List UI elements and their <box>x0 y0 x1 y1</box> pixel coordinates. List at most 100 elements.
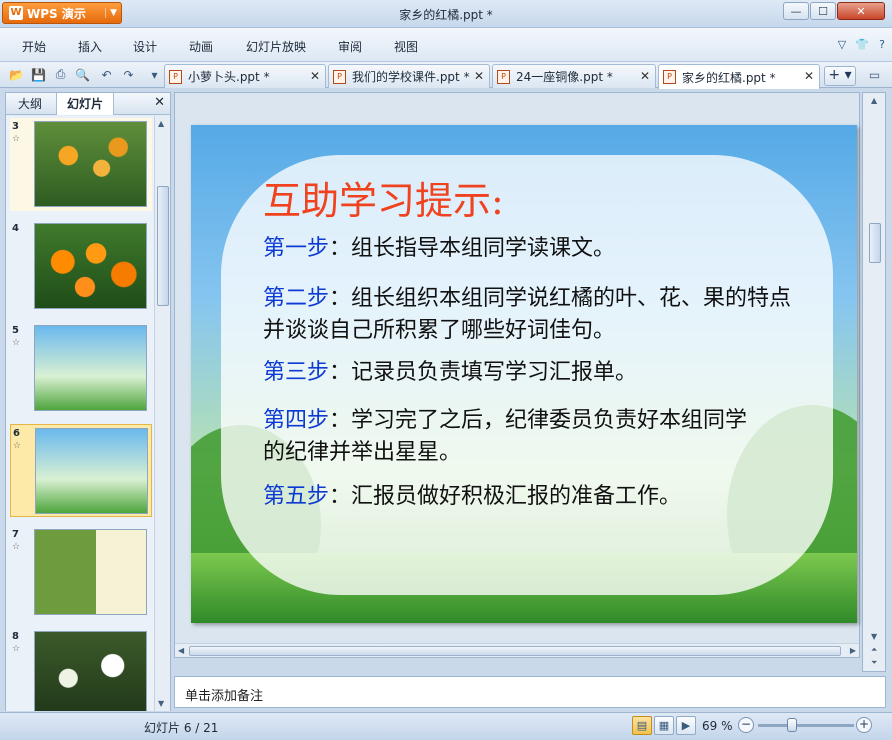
customize-icon[interactable]: ▽ <box>834 36 850 52</box>
doc-tab-3[interactable]: P 24一座铜像.ppt * ✕ <box>492 64 656 88</box>
plus-icon: + ▾ <box>828 67 852 83</box>
title-bar: W WPS 演示 ▼ 家乡的红橘.ppt * — ☐ ✕ <box>0 0 892 28</box>
slide-thumbnail[interactable]: 4 <box>10 220 152 313</box>
toolbar-dropdown-icon[interactable]: ▾ <box>146 66 163 83</box>
ppt-file-icon: P <box>333 69 346 84</box>
slide-sorter-icon[interactable]: ▦ <box>654 716 674 735</box>
minimize-button[interactable]: — <box>783 2 809 20</box>
thumbnail-list: 3 ☆ 4 5 ☆ 6 ☆ 7 ☆ 8 ☆ <box>6 116 154 711</box>
open-icon[interactable]: 📂 <box>8 66 25 83</box>
slide-thumbnail[interactable]: 5 ☆ <box>10 322 152 415</box>
save-icon[interactable]: 💾 <box>30 66 47 83</box>
slide-thumbnail-selected[interactable]: 6 ☆ <box>10 424 152 517</box>
slide-vertical-scrollbar[interactable]: ▲ ▼ ⏶ ⏷ <box>862 92 886 672</box>
close-panel-icon[interactable]: ✕ <box>154 95 165 110</box>
animation-star-icon: ☆ <box>12 644 21 654</box>
step-text: ：组长组织本组同学说红橘的叶、花、果的特点并谈谈自己所积累了哪些好词佳句。 <box>263 286 792 343</box>
new-tab-button[interactable]: + ▾ <box>824 66 856 86</box>
slide-canvas[interactable]: 互助学习提示: 第一步：组长指导本组同学读课文。 第二步：组长组织本组同学说红橘… <box>191 125 857 623</box>
scrollbar-thumb[interactable] <box>869 223 881 263</box>
slide-number: 7 <box>12 529 19 540</box>
notes-pane[interactable]: 单击添加备注 <box>174 676 886 708</box>
close-icon: ✕ <box>856 4 866 18</box>
quick-toolbar: 📂 💾 ⎙ 🔍 ↶ ↷ ▾ P 小萝卜头.ppt * ✕ P 我们的学校课件.p… <box>0 62 892 89</box>
scroll-up-icon[interactable]: ▲ <box>871 96 877 105</box>
step-label: 第二步 <box>263 286 330 311</box>
doc-tab-label: 24一座铜像.ppt * <box>516 70 613 84</box>
thumbnail-image <box>34 121 147 207</box>
tab-slides[interactable]: 幻灯片 <box>56 93 115 115</box>
slide-thumbnail[interactable]: 7 ☆ <box>10 526 152 619</box>
step-2[interactable]: 第二步：组长组织本组同学说红橘的叶、花、果的特点并谈谈自己所积累了哪些好词佳句。 <box>263 283 803 347</box>
scrollbar-thumb[interactable] <box>189 646 841 656</box>
window-layout-icon[interactable]: ▭ <box>866 66 883 83</box>
slide-thumbnail[interactable]: 8 ☆ <box>10 628 152 711</box>
tab-outline[interactable]: 大纲 <box>8 93 52 115</box>
menu-item-animation[interactable]: 动画 <box>189 38 213 55</box>
doc-tab-label: 小萝卜头.ppt * <box>188 70 270 84</box>
previous-slide-icon[interactable]: ⏶ <box>871 645 877 655</box>
zoom-out-button[interactable]: − <box>738 717 754 733</box>
notes-placeholder: 单击添加备注 <box>185 689 264 704</box>
menu-item-review[interactable]: 审阅 <box>338 38 362 55</box>
scroll-down-icon[interactable]: ▼ <box>158 699 164 708</box>
thumbnail-image <box>34 223 147 309</box>
scroll-down-icon[interactable]: ▼ <box>871 632 877 641</box>
menu-item-insert[interactable]: 插入 <box>78 38 102 55</box>
scroll-up-icon[interactable]: ▲ <box>158 119 164 128</box>
animation-star-icon: ☆ <box>12 542 21 552</box>
close-tab-icon[interactable]: ✕ <box>640 69 650 83</box>
slide-counter: 幻灯片 6 / 21 <box>144 721 219 735</box>
slide-title[interactable]: 互助学习提示: <box>263 170 504 225</box>
step-label: 第三步 <box>263 360 330 385</box>
slide-thumbnail[interactable]: 3 ☆ <box>10 118 152 211</box>
ppt-file-icon: P <box>663 70 676 84</box>
close-tab-icon[interactable]: ✕ <box>804 69 814 83</box>
menu-item-view[interactable]: 视图 <box>394 38 418 55</box>
menu-item-slideshow[interactable]: 幻灯片放映 <box>246 38 306 55</box>
close-window-button[interactable]: ✕ <box>837 2 885 20</box>
doc-tab-1[interactable]: P 小萝卜头.ppt * ✕ <box>164 64 326 88</box>
minimize-icon: — <box>790 4 802 18</box>
next-slide-icon[interactable]: ⏷ <box>871 658 877 668</box>
scrollbar-thumb[interactable] <box>157 186 169 306</box>
redo-icon[interactable]: ↷ <box>120 66 137 83</box>
step-4[interactable]: 第四步：学习完了之后，纪律委员负责好本组同学的纪律并举出星星。 <box>263 405 763 469</box>
slide-number: 5 <box>12 325 19 336</box>
slides-panel: 大纲 幻灯片 ✕ 3 ☆ 4 5 ☆ 6 ☆ 7 ☆ 8 ☆ ▲ ▼ <box>5 92 171 711</box>
step-1[interactable]: 第一步：组长指导本组同学读课文。 <box>263 233 803 265</box>
slideshow-icon[interactable]: ▶ <box>676 716 696 735</box>
slide-number: 3 <box>12 121 19 132</box>
close-tab-icon[interactable]: ✕ <box>310 69 320 83</box>
step-label: 第一步 <box>263 236 330 261</box>
step-5[interactable]: 第五步：汇报员做好积极汇报的准备工作。 <box>263 481 803 513</box>
zoom-slider[interactable] <box>758 724 854 727</box>
print-icon[interactable]: ⎙ <box>52 66 69 83</box>
scroll-left-icon[interactable]: ◀ <box>178 646 184 655</box>
menu-item-design[interactable]: 设计 <box>133 38 157 55</box>
slide-number: 4 <box>12 223 19 234</box>
thumbnail-scrollbar[interactable]: ▲ ▼ <box>154 116 170 711</box>
zoom-in-button[interactable]: + <box>856 717 872 733</box>
print-preview-icon[interactable]: 🔍 <box>74 66 91 83</box>
ppt-file-icon: P <box>497 69 510 84</box>
horizontal-scrollbar[interactable]: ◀ ▶ <box>175 643 859 657</box>
slide-editor: 互助学习提示: 第一步：组长指导本组同学读课文。 第二步：组长组织本组同学说红橘… <box>174 92 860 658</box>
step-text: ：组长指导本组同学读课文。 <box>329 236 616 261</box>
skin-icon[interactable]: 👕 <box>854 36 870 52</box>
doc-tab-4[interactable]: P 家乡的红橘.ppt * ✕ <box>658 64 820 89</box>
undo-icon[interactable]: ↶ <box>98 66 115 83</box>
help-icon[interactable]: ? <box>874 36 890 52</box>
normal-view-icon[interactable]: ▤ <box>632 716 652 735</box>
scroll-right-icon[interactable]: ▶ <box>850 646 856 655</box>
step-3[interactable]: 第三步：记录员负责填写学习汇报单。 <box>263 357 803 389</box>
close-tab-icon[interactable]: ✕ <box>474 69 484 83</box>
thumbnail-image <box>34 529 147 615</box>
zoom-slider-knob[interactable] <box>786 718 797 732</box>
maximize-button[interactable]: ☐ <box>810 2 836 20</box>
ppt-file-icon: P <box>169 69 182 84</box>
menu-item-start[interactable]: 开始 <box>22 38 46 55</box>
thumbnail-image <box>34 325 147 411</box>
thumbnail-image <box>35 428 148 514</box>
doc-tab-2[interactable]: P 我们的学校课件.ppt * ✕ <box>328 64 490 88</box>
